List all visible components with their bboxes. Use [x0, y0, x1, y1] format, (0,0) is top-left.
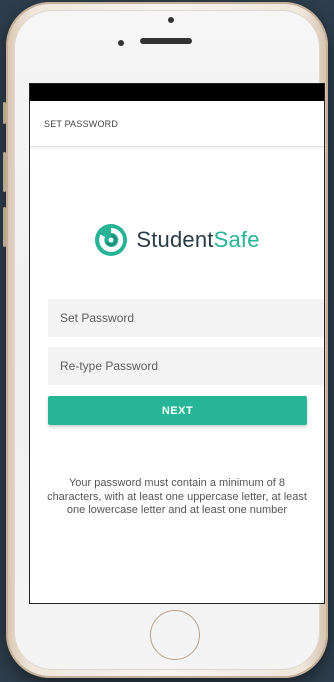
status-bar [30, 84, 324, 101]
app-bar: SET PASSWORD [30, 101, 324, 147]
logo-wordmark: StudentSafe [136, 227, 259, 253]
set-password-field[interactable] [48, 299, 324, 337]
proximity-sensor [118, 40, 124, 46]
mute-switch [3, 207, 6, 247]
earpiece-speaker [140, 38, 192, 44]
volume-up-button [3, 102, 6, 124]
retype-password-field[interactable] [48, 347, 324, 385]
page-title: SET PASSWORD [44, 118, 119, 129]
home-button[interactable] [150, 610, 200, 660]
background: SET PASSWORD StudentSafe NEXT Your passw… [0, 0, 334, 682]
app-screen: SET PASSWORD StudentSafe NEXT Your passw… [30, 84, 324, 603]
password-requirements-text: Your password must contain a minimum of … [47, 477, 307, 516]
logo: StudentSafe [30, 220, 324, 260]
logo-word-safe: Safe [213, 227, 260, 252]
front-camera [168, 17, 174, 23]
next-button[interactable]: NEXT [48, 396, 307, 425]
volume-down-button [3, 152, 6, 192]
logo-word-student: Student [136, 227, 214, 252]
studentsafe-logo-icon [94, 223, 128, 257]
